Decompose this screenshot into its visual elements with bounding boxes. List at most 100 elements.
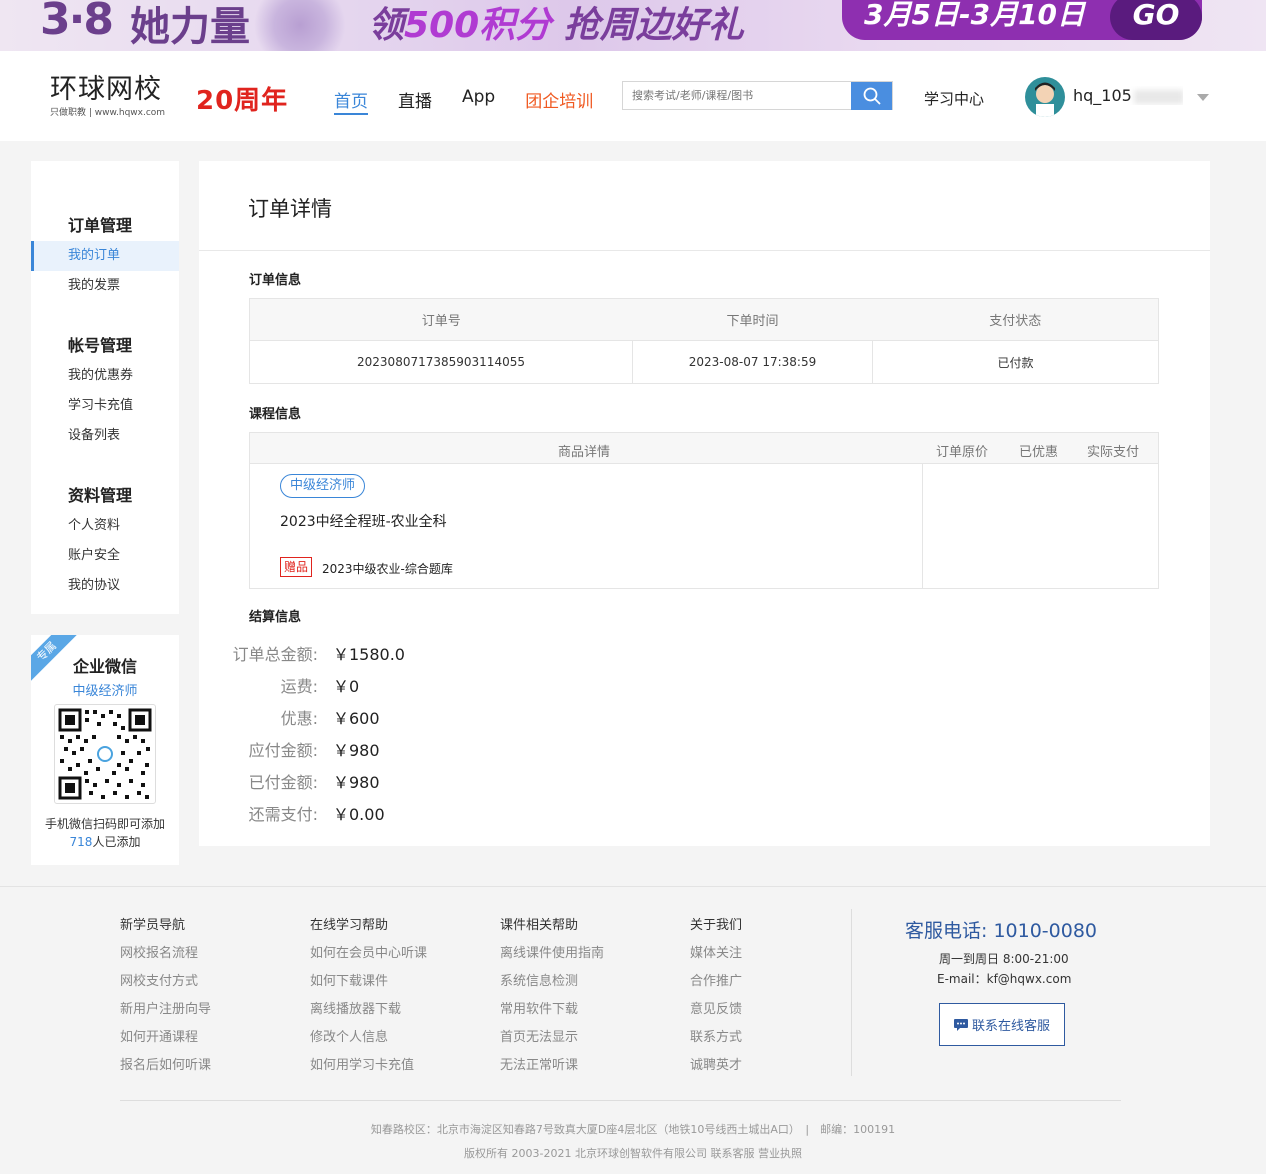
settle-row-paid: 已付金额: ￥980 (199, 769, 499, 792)
sidebar-item-devices[interactable]: 设备列表 (31, 421, 179, 451)
course-col-paid: 实际支付 (1087, 445, 1140, 460)
avatar[interactable] (1025, 77, 1065, 117)
course-column-divider (922, 464, 923, 588)
footer-separator (851, 909, 852, 1076)
title-divider (199, 250, 1210, 251)
footer-link[interactable]: 联系方式 (690, 1026, 742, 1054)
order-col-number: 订单号 (249, 298, 633, 341)
banner-slogan: 她力量 (130, 4, 250, 50)
page-title: 订单详情 (248, 197, 332, 221)
footer-link[interactable]: 如何用学习卡充值 (310, 1054, 427, 1082)
search-button[interactable] (851, 82, 892, 110)
footer-link[interactable]: 合作推广 (690, 970, 742, 998)
footer-link[interactable]: 系统信息检测 (500, 970, 604, 998)
chevron-down-icon[interactable] (1197, 94, 1209, 101)
wechat-added-count: 718人已添加 (31, 833, 179, 850)
logo-text: 环球网校 (50, 74, 162, 105)
footer-col-about: 关于我们 媒体关注 合作推广 意见反馈 联系方式 诚聘英才 (690, 914, 742, 1082)
course-table-header: 商品详情 订单原价 已优惠 实际支付 (250, 433, 1158, 464)
banner-flower-decoration (245, 0, 355, 51)
banner-main-text: 领500积分 抢周边好礼 (368, 0, 744, 48)
settle-row-discount: 优惠: ￥600 (199, 705, 499, 728)
order-number: 20230807173859031140​55 (357, 355, 525, 369)
footer-link[interactable]: 无法正常听课 (500, 1054, 604, 1082)
sidebar-group-order: 订单管理 (68, 216, 133, 235)
sidebar-item-my-invoices[interactable]: 我的发票 (31, 271, 179, 301)
service-email[interactable]: E-mail：kf@hqwx.com (937, 970, 1071, 987)
footer-link[interactable]: 报名后如何听课 (120, 1054, 211, 1082)
settle-label: 应付金额: (248, 741, 318, 760)
footer-col-courseware-help: 课件相关帮助 离线课件使用指南 系统信息检测 常用软件下载 首页无法显示 无法正… (500, 914, 604, 1082)
site-header: 环球网校 只做职教 | www.hqwx.com 20周年 首页 直播 App … (0, 51, 1266, 141)
footer-link[interactable]: 媒体关注 (690, 942, 742, 970)
anniversary-logo: 20周年 (196, 86, 289, 116)
banner-main-prefix: 领 (368, 5, 405, 46)
search-box (622, 81, 893, 110)
sidebar-group-profile: 资料管理 (68, 486, 133, 505)
footer-link[interactable]: 修改个人信息 (310, 1026, 427, 1054)
nav-home[interactable]: 首页 (334, 87, 368, 115)
sidebar-item-security[interactable]: 账户安全 (31, 541, 179, 571)
service-hours: 周一到周日 8:00-21:00 (939, 952, 1069, 966)
course-info-table: 商品详情 订单原价 已优惠 实际支付 中级经济师 2023中经全程班-农业全科 … (249, 432, 1159, 589)
online-service-button[interactable]: 联系在线客服 (939, 1003, 1065, 1046)
footer-link[interactable]: 新用户注册向导 (120, 998, 211, 1026)
gift-badge: 赠品 (280, 557, 313, 577)
footer-link[interactable]: 首页无法显示 (500, 1026, 604, 1054)
settle-value: ￥1580.0 (333, 645, 405, 664)
promo-banner[interactable]: 3·8 她力量 领500积分 抢周边好礼 3月5日-3月10日 GO (0, 0, 1266, 51)
settlement-heading: 结算信息 (249, 610, 302, 625)
footer-link[interactable]: 离线课件使用指南 (500, 942, 604, 970)
order-col-status: 支付状态 (872, 298, 1159, 341)
order-detail-panel: 订单详情 订单信息 订单号 下单时间 支付状态 2023080717385903… (199, 161, 1210, 846)
footer-link[interactable]: 常用软件下载 (500, 998, 604, 1026)
footer-link[interactable]: 如何开通课程 (120, 1026, 211, 1054)
banner-main-highlight: 500积分 (404, 5, 552, 46)
qr-code-icon (58, 708, 152, 800)
banner-brand: 3·8 (40, 0, 114, 45)
footer-link[interactable]: 如何在会员中心听课 (310, 942, 427, 970)
username-text: hq_105 (1073, 86, 1132, 105)
wechat-title: 企业微信 (72, 657, 137, 676)
order-info-heading: 订单信息 (249, 273, 302, 288)
wechat-count-suffix: 人已添加 (92, 835, 141, 849)
settle-row-shipping: 运费: ￥0 (199, 673, 499, 696)
footer-col-title: 课件相关帮助 (500, 918, 579, 933)
banner-date-text: 3月5日-3月10日 (864, 0, 1086, 31)
footer-link[interactable]: 如何下载课件 (310, 970, 427, 998)
footer-link[interactable]: 诚聘英才 (690, 1054, 742, 1082)
footer-col-title: 在线学习帮助 (310, 918, 389, 933)
footer-col-online-help: 在线学习帮助 如何在会员中心听课 如何下载课件 离线播放器下载 修改个人信息 如… (310, 914, 427, 1082)
settle-label: 已付金额: (248, 773, 318, 792)
nav-live[interactable]: 直播 (398, 87, 432, 115)
banner-go-button[interactable]: GO (1110, 0, 1202, 40)
qr-code (54, 704, 156, 804)
footer-link[interactable]: 网校报名流程 (120, 942, 211, 970)
footer-link[interactable]: 意见反馈 (690, 998, 742, 1026)
settle-row-total: 订单总金额: ￥1580.0 (199, 641, 499, 664)
site-logo[interactable]: 环球网校 只做职教 | www.hqwx.com (50, 74, 166, 119)
nav-enterprise-training[interactable]: 团企培训 (525, 87, 593, 115)
sidebar-item-coupons[interactable]: 我的优惠券 (31, 361, 179, 391)
learning-center-link[interactable]: 学习中心 (924, 88, 984, 109)
wechat-subject: 中级经济师 (72, 684, 138, 699)
settle-value: ￥980 (333, 741, 380, 760)
sidebar-item-agreements[interactable]: 我的协议 (31, 571, 179, 601)
footer-link[interactable]: 离线播放器下载 (310, 998, 427, 1026)
order-time: 2023-08-07 17:38:59 (632, 340, 873, 384)
footer-link[interactable]: 网校支付方式 (120, 970, 211, 998)
footer-col-title: 新学员导航 (120, 918, 186, 933)
search-input[interactable] (623, 82, 851, 109)
sidebar-item-my-orders[interactable]: 我的订单 (31, 241, 179, 271)
nav-app[interactable]: App (462, 87, 495, 115)
chat-icon (953, 1018, 968, 1031)
settle-value: ￥600 (333, 709, 380, 728)
footer-divider (120, 1100, 1121, 1101)
logo-subtitle: 只做职教 | www.hqwx.com (50, 108, 166, 118)
sidebar-item-personal-info[interactable]: 个人资料 (31, 511, 179, 541)
username[interactable]: hq_105 (1073, 86, 1183, 105)
course-name[interactable]: 2023中经全程班-农业全科 (280, 511, 447, 531)
footer-col-newcomer: 新学员导航 网校报名流程 网校支付方式 新用户注册向导 如何开通课程 报名后如何… (120, 914, 211, 1082)
sidebar-item-study-card[interactable]: 学习卡充值 (31, 391, 179, 421)
course-col-discount: 已优惠 (1019, 445, 1059, 460)
